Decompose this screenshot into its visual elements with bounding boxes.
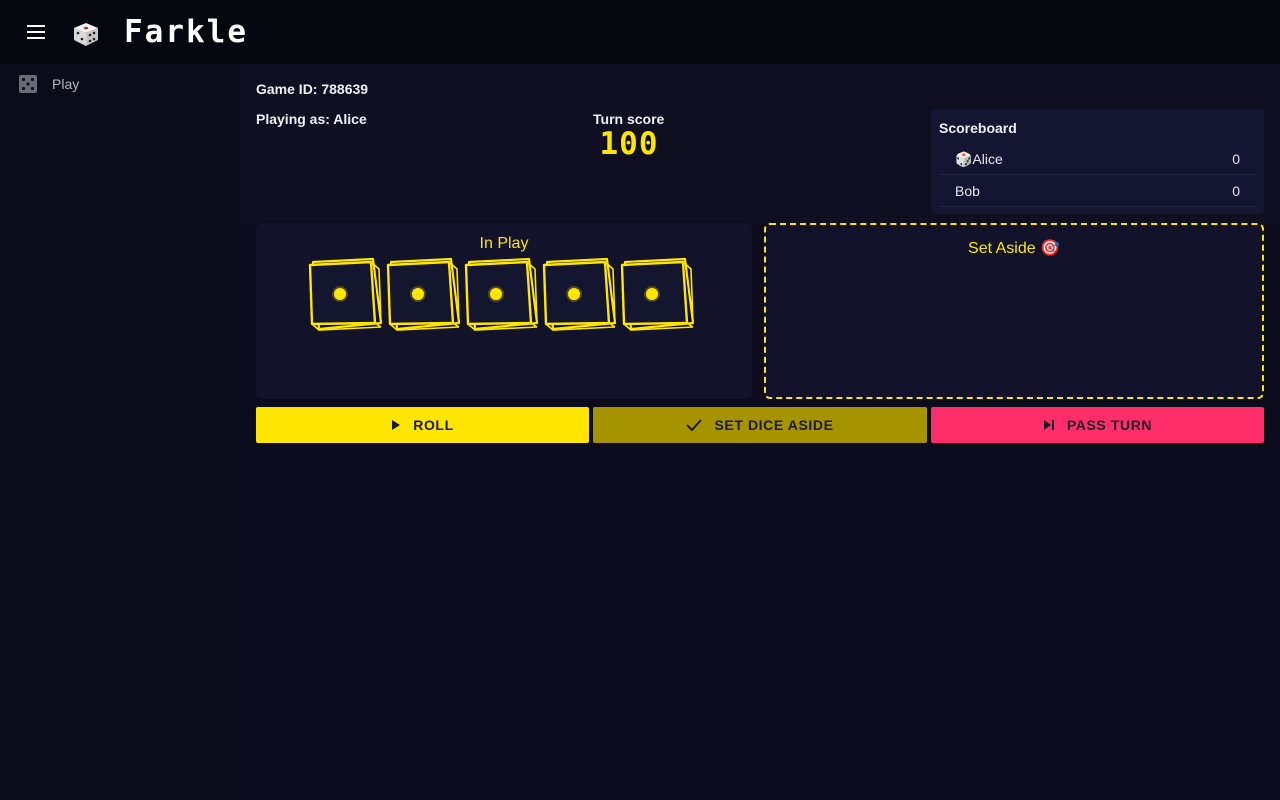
die[interactable] <box>463 257 539 333</box>
playing-as: Playing as: Alice <box>256 111 367 127</box>
app-title: Farkle <box>124 14 248 50</box>
turn-score-value: 100 <box>599 126 659 162</box>
menu-icon[interactable] <box>24 22 48 42</box>
sidebar: Play <box>0 64 240 800</box>
play-icon <box>392 420 401 430</box>
playing-as-label: Playing as: <box>256 111 334 127</box>
in-play-panel: In Play <box>256 223 752 399</box>
scoreboard-title: Scoreboard <box>939 120 1017 136</box>
set-dice-aside-button[interactable]: SET DICE ASIDE <box>593 407 927 443</box>
scoreboard-row: Bob 0 <box>939 175 1256 207</box>
turn-score-label: Turn score <box>593 111 665 127</box>
app-bar: Farkle <box>0 0 1280 64</box>
die[interactable] <box>307 257 383 333</box>
scoreboard: Scoreboard 🎲Alice 0 Bob 0 <box>931 109 1264 214</box>
roll-button[interactable]: ROLL <box>256 407 589 443</box>
die[interactable] <box>541 257 617 333</box>
set-aside-panel[interactable]: Set Aside 🎯 <box>764 223 1264 399</box>
die[interactable] <box>619 257 695 333</box>
sidebar-item-play[interactable]: Play <box>0 70 240 98</box>
player-name: 🎲Alice <box>955 151 1003 167</box>
set-dice-aside-label: SET DICE ASIDE <box>714 417 834 433</box>
skip-next-icon <box>1043 420 1054 430</box>
check-icon <box>686 419 703 431</box>
die[interactable] <box>385 257 461 333</box>
player-name: Alice <box>333 111 367 127</box>
pass-turn-label: PASS TURN <box>1066 417 1153 433</box>
in-play-title: In Play <box>479 235 529 252</box>
pass-turn-button[interactable]: PASS TURN <box>931 407 1264 443</box>
sidebar-item-label: Play <box>52 76 80 92</box>
roll-label: ROLL <box>413 417 454 433</box>
player-name: Bob <box>955 183 980 199</box>
die-icon <box>74 23 98 46</box>
set-aside-title: Set Aside 🎯 <box>968 240 1060 257</box>
dice-icon <box>19 75 37 93</box>
player-score: 0 <box>1232 151 1240 167</box>
game-area: Game ID: 788639 Playing as: Alice Turn s… <box>240 64 1280 800</box>
player-score: 0 <box>1232 183 1240 199</box>
scoreboard-row: 🎲Alice 0 <box>939 143 1256 175</box>
game-id: Game ID: 788639 <box>256 81 369 97</box>
